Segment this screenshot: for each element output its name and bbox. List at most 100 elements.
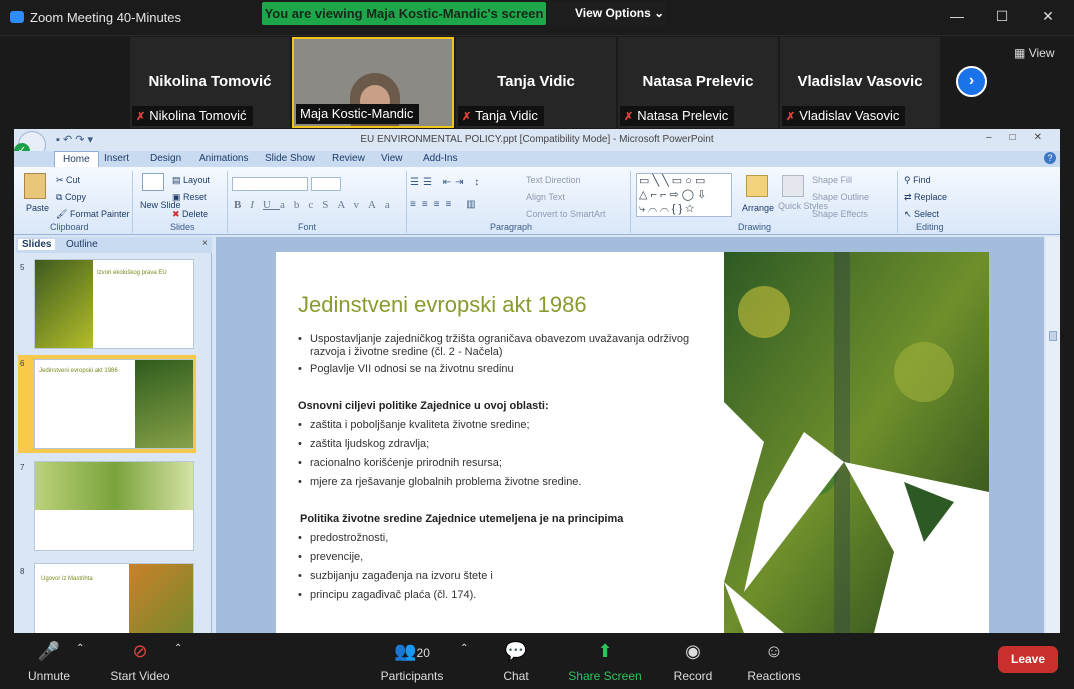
bullet-text: prevencije, — [310, 551, 364, 563]
reset-button[interactable]: ▣ Reset — [172, 192, 207, 203]
audio-options-caret-icon[interactable]: ⌃ — [76, 643, 84, 654]
quick-styles-button[interactable]: Quick Styles — [778, 201, 828, 211]
paste-button[interactable]: Paste — [26, 203, 49, 213]
tab-home[interactable]: Home — [54, 151, 99, 167]
muted-mic-icon: ✗ — [462, 111, 472, 123]
slide-thumbnail[interactable]: Izvori ekološkog prava EU — [34, 259, 194, 349]
tab-slide-show[interactable]: Slide Show — [265, 151, 315, 167]
leave-button[interactable]: Leave — [998, 646, 1058, 673]
find-button[interactable]: ⚲ Find — [904, 175, 931, 186]
list-buttons[interactable]: ☰☰ ⇤⇥ ↕ — [410, 177, 483, 188]
shapes-gallery[interactable]: ▭ ╲ ╲ ▭ ○ ▭ △ ⌐ ⌐ ⇨ ◯ ⇩ ⤷ ⌒ ⌒ { } ☆ — [636, 173, 732, 217]
group-separator — [227, 171, 228, 233]
reactions-button[interactable]: ☺ Reactions — [744, 633, 804, 689]
ppt-window-controls[interactable]: –□✕ — [986, 132, 1060, 143]
participant-label: Maja Kostic-Mandic — [296, 104, 420, 124]
bullet-text: Poglavlje VII odnosi se na životnu sredi… — [310, 363, 514, 375]
video-options-caret-icon[interactable]: ⌃ — [174, 643, 182, 654]
participant-tile-active[interactable]: Maja Kostic-Mandic — [292, 37, 454, 128]
participant-tile[interactable]: Vladislav Vasovic ✗ Vladislav Vasovic — [780, 37, 940, 128]
copy-button[interactable]: ⧉ Copy — [56, 192, 86, 203]
delete-button[interactable]: ✖ Delete — [172, 209, 208, 220]
format-painter-label: Format Painter — [69, 209, 130, 219]
current-slide[interactable]: Jedinstveni evropski akt 1986 Uspostavlj… — [276, 252, 989, 633]
format-painter-button[interactable]: 🖌 Format Painter — [56, 209, 129, 220]
reset-icon: ▣ — [172, 192, 184, 202]
panel-tab-outline[interactable]: Outline — [66, 239, 98, 250]
tab-add-ins[interactable]: Add-Ins — [423, 151, 457, 167]
font-family-select[interactable] — [232, 177, 308, 191]
next-page-arrow-icon[interactable]: › — [956, 66, 987, 97]
grid-icon: ▦ — [1014, 46, 1026, 60]
panel-tab-slides[interactable]: Slides — [18, 239, 56, 250]
align-text-button[interactable]: Align Text — [526, 192, 565, 202]
minimize-button[interactable]: — — [942, 8, 972, 24]
participant-label-text: Nikolina Tomović — [149, 108, 247, 123]
thumb-title: Ugovor iz Mastrihta — [41, 576, 93, 582]
convert-smartart-button[interactable]: Convert to SmartArt — [526, 209, 606, 219]
thumb-title: Jedinstveni evropski akt 1986 — [39, 368, 118, 374]
unmute-button[interactable]: 🎤 Unmute — [22, 633, 76, 689]
quick-access-toolbar[interactable]: ▪ ↶ ↷ ▾ — [56, 133, 93, 146]
alignment-buttons[interactable]: ≡≡≡≡ ▥ — [410, 199, 482, 210]
tab-insert[interactable]: Insert — [104, 151, 129, 167]
reactions-icon: ☺ — [764, 641, 784, 661]
maximize-button[interactable]: ☐ — [987, 8, 1017, 25]
participants-button[interactable]: 👥20 Participants — [376, 633, 448, 689]
slide-thumbnail-selected[interactable]: Jedinstveni evropski akt 1986 — [34, 359, 194, 449]
paste-icon — [24, 173, 46, 199]
new-slide-icon — [142, 173, 164, 191]
shape-fill-button[interactable]: Shape Fill — [812, 175, 852, 185]
chat-button[interactable]: 💬 Chat — [494, 633, 538, 689]
font-size-select[interactable] — [311, 177, 341, 191]
record-button[interactable]: ◉ Record — [670, 633, 716, 689]
slide-number: 8 — [20, 567, 25, 576]
video-off-icon: ⊘ — [132, 641, 148, 661]
view-button[interactable]: ▦ View — [1014, 46, 1054, 60]
chevron-down-icon: ⌄ — [654, 6, 665, 20]
close-button[interactable]: ✕ — [1033, 8, 1063, 25]
participant-name-large: Vladislav Vasovic — [797, 73, 923, 90]
replace-button[interactable]: ⇄ Replace — [904, 192, 947, 203]
shape-outline-button[interactable]: Shape Outline — [812, 192, 869, 202]
new-slide-button[interactable]: New Slide — [140, 200, 181, 210]
scrollbar-thumb[interactable] — [1049, 331, 1057, 341]
replace-icon: ⇄ — [904, 192, 915, 202]
text-direction-button[interactable]: Text Direction — [526, 175, 581, 185]
tab-review[interactable]: Review — [332, 151, 365, 167]
tab-animations[interactable]: Animations — [199, 151, 248, 167]
participants-count: 20 — [416, 646, 430, 660]
participant-tile[interactable]: Natasa Prelevic ✗ Natasa Prelevic — [618, 37, 778, 128]
slide-thumbnail[interactable] — [34, 461, 194, 551]
window-title: Zoom Meeting 40-Minutes — [30, 10, 182, 25]
chat-icon: 💬 — [504, 641, 528, 661]
arrange-button[interactable]: Arrange — [742, 203, 774, 213]
bullet-text: zaštita ljudskog zdravlja; — [310, 438, 430, 450]
participant-tile[interactable]: Tanja Vidic ✗ Tanja Vidic — [456, 37, 616, 128]
vertical-scrollbar[interactable] — [1046, 237, 1060, 633]
slide-thumbnail[interactable]: Ugovor iz Mastrihta — [34, 563, 194, 633]
slide-bullet: zaštita ljudskog zdravlja; — [298, 438, 718, 451]
font-group-label: Font — [298, 222, 317, 232]
participant-label: ✗ Natasa Prelevic — [620, 106, 735, 126]
font-format-buttons[interactable]: BIUabcSAvAa — [234, 199, 399, 211]
slide-title: Jedinstveni evropski akt 1986 — [298, 292, 587, 317]
tab-view[interactable]: View — [381, 151, 403, 167]
start-video-button[interactable]: ⊘ Start Video — [104, 633, 176, 689]
cut-button[interactable]: ✂ Cut — [56, 175, 80, 186]
select-label: Select — [914, 209, 940, 219]
slide-number: 6 — [20, 359, 25, 368]
help-icon[interactable]: ? — [1044, 152, 1056, 164]
participant-tile[interactable]: Nikolina Tomović ✗ Nikolina Tomović — [130, 37, 290, 128]
select-button[interactable]: ↖ Select — [904, 209, 939, 220]
view-options-button[interactable]: View Options ⌄ — [548, 2, 666, 25]
layout-label: Layout — [183, 175, 211, 185]
tab-design[interactable]: Design — [150, 151, 181, 167]
delete-label: Delete — [182, 209, 209, 219]
layout-button[interactable]: ▤ Layout — [172, 175, 210, 186]
share-screen-button[interactable]: ⬆ Share Screen — [566, 633, 644, 689]
delete-icon: ✖ — [172, 209, 183, 219]
panel-close-icon[interactable]: × — [202, 238, 208, 249]
shape-effects-button[interactable]: Shape Effects — [812, 209, 868, 219]
participants-caret-icon[interactable]: ⌃ — [460, 643, 468, 654]
